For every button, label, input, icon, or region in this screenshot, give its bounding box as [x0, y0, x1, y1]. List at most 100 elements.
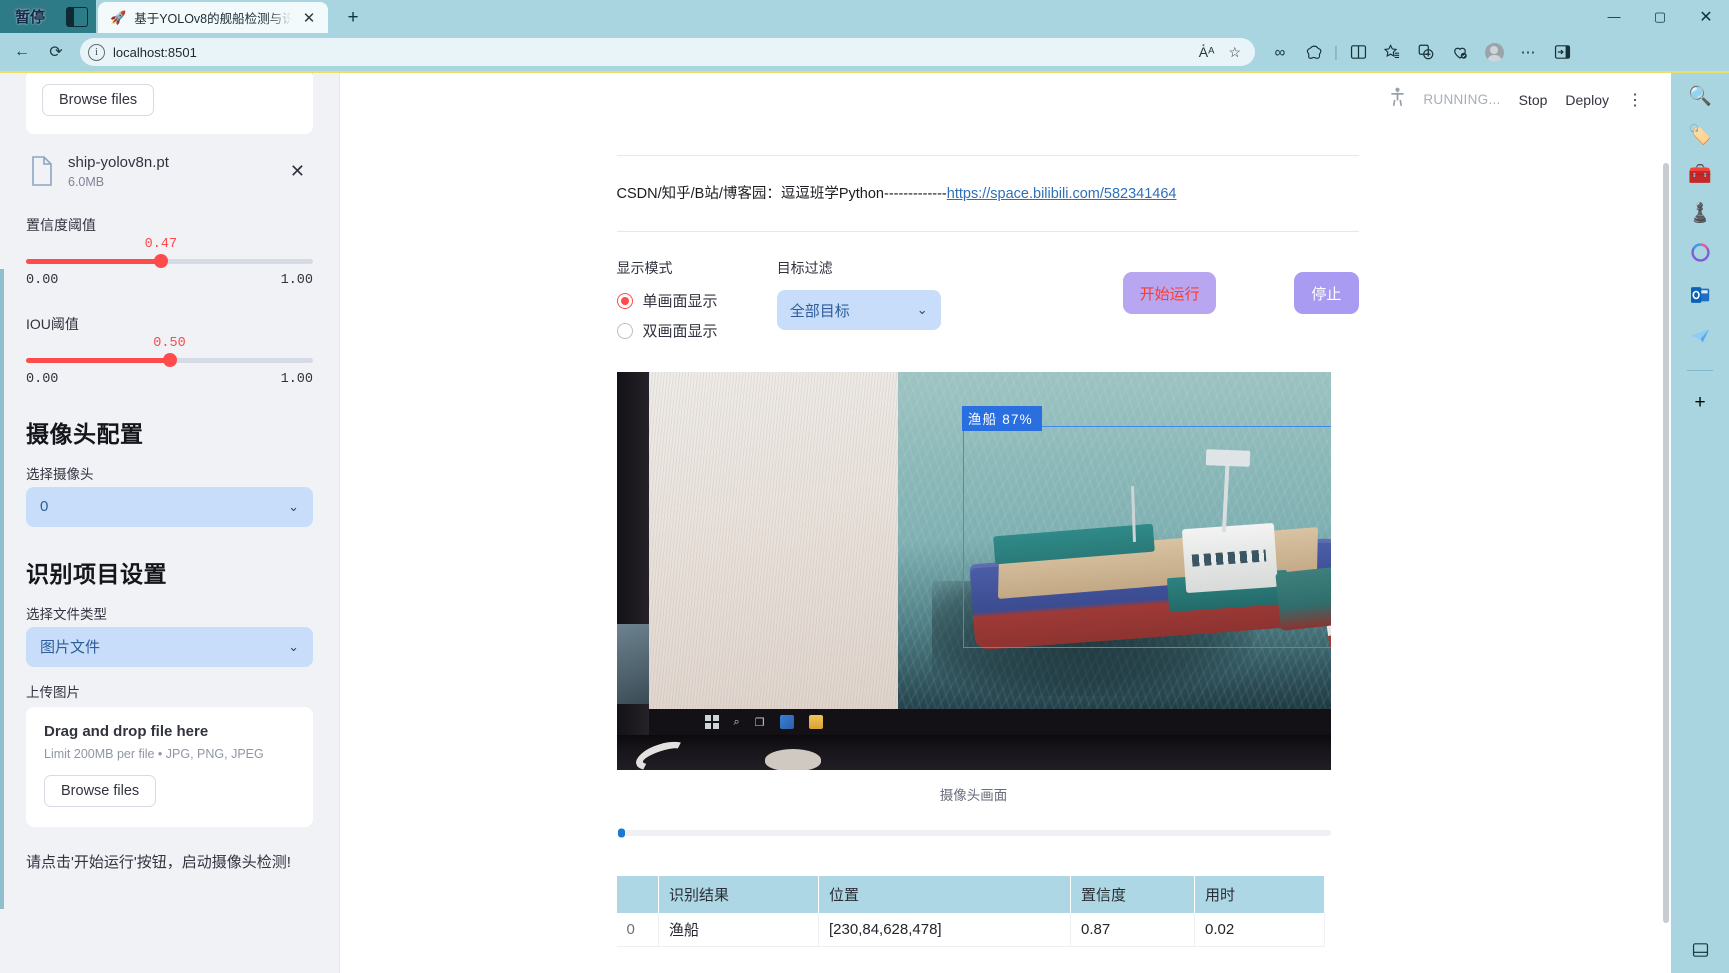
- iou-slider-bounds: 0.00 1.00: [26, 372, 313, 387]
- conf-slider-handle[interactable]: [153, 254, 168, 269]
- split-layout-icon[interactable]: [66, 6, 88, 27]
- table-header-row: 识别结果 位置 置信度 用时: [616, 876, 1325, 913]
- col-position: 位置: [818, 876, 1071, 913]
- filetype-select[interactable]: 图片文件 ⌄: [26, 626, 313, 667]
- bilibili-link[interactable]: https://space.bilibili.com/582341464: [947, 186, 1177, 202]
- tools-icon[interactable]: 🧰: [1688, 165, 1712, 184]
- iou-threshold-value: 0.50: [153, 335, 186, 351]
- favorite-star-icon[interactable]: ☆: [1228, 44, 1241, 61]
- sidebar-toggle-icon[interactable]: [1545, 37, 1579, 67]
- send-icon[interactable]: [1690, 328, 1710, 348]
- address-bar-actions: A᷾ᴬ ☆: [1199, 44, 1247, 61]
- windows-taskbar: ⌕ ❐: [648, 709, 1331, 735]
- copilot-icon[interactable]: [1690, 243, 1710, 266]
- display-mode-group: 显示模式 单画面显示 双画面显示: [616, 258, 777, 350]
- games-icon[interactable]: ♟️: [1688, 204, 1712, 223]
- deploy-button[interactable]: Deploy: [1565, 92, 1609, 108]
- streamlit-app: Browse files ship-yolov8n.pt 6.0MB ✕ 置信度…: [0, 73, 1671, 973]
- camera-config-heading: 摄像头配置: [26, 420, 144, 447]
- conf-threshold-value: 0.47: [144, 236, 178, 252]
- favorites-icon[interactable]: [1375, 37, 1409, 67]
- copilot-icon[interactable]: [1297, 37, 1331, 67]
- radio-single-view[interactable]: 单画面显示: [616, 290, 777, 311]
- rail-bottom-icon[interactable]: [1692, 942, 1709, 973]
- edge-sidebar-rail: 🔍 🏷️ 🧰 ♟️ +: [0, 73, 1729, 973]
- target-filter-select[interactable]: 全部目标 ⌄: [776, 290, 941, 330]
- chevron-down-icon[interactable]: ⌄: [288, 639, 299, 655]
- iou-slider-max: 1.00: [280, 371, 313, 387]
- viewport-scrollbar[interactable]: [0, 269, 4, 909]
- minimize-icon[interactable]: —: [1591, 0, 1637, 33]
- collections-icon[interactable]: [1409, 37, 1443, 67]
- search-icon[interactable]: 🔍: [1688, 87, 1712, 106]
- site-info-icon[interactable]: i: [88, 43, 105, 61]
- outlook-icon[interactable]: [1690, 286, 1710, 308]
- stop-app-button[interactable]: Stop: [1519, 92, 1548, 108]
- camera-select[interactable]: 0 ⌄: [26, 486, 313, 527]
- uploaded-model-file-row: ship-yolov8n.pt 6.0MB ✕: [26, 154, 313, 189]
- image-browse-files-button[interactable]: Browse files: [44, 774, 157, 807]
- iou-slider-handle[interactable]: [162, 353, 177, 368]
- pause-overlay-badge[interactable]: 暂停: [4, 3, 56, 30]
- monitor-screen: 渔船 87%: [616, 372, 1331, 709]
- main-content-column: CSDN/知乎/B站/博客园：逗逗班学Python-------------ht…: [616, 73, 1359, 947]
- image-upload-label: 上传图片: [26, 684, 80, 700]
- image-caption: 摄像头画面: [939, 788, 1008, 803]
- results-table-body: 0 渔船 [230,84,628,478] 0.87 0.02: [616, 913, 1325, 947]
- chevron-down-icon[interactable]: ⌄: [917, 302, 928, 318]
- app-menu-icon[interactable]: ⋮: [1627, 90, 1643, 110]
- new-tab-button[interactable]: +: [340, 7, 366, 29]
- conf-slider-track[interactable]: [26, 254, 313, 269]
- shopping-tag-icon[interactable]: 🏷️: [1688, 126, 1712, 145]
- image-upload-dropzone[interactable]: Drag and drop file here Limit 200MB per …: [26, 706, 313, 827]
- radio-single-view-input[interactable]: [616, 292, 633, 309]
- close-icon[interactable]: ✕: [300, 9, 318, 27]
- back-icon[interactable]: ←: [6, 37, 38, 67]
- iou-threshold-label: IOU阈值: [26, 315, 79, 332]
- radio-dual-view[interactable]: 双画面显示: [616, 320, 777, 341]
- iou-slider-track[interactable]: [26, 353, 313, 368]
- browser-tab-active[interactable]: 🚀 基于YOLOv8的舰船检测与识别系 ✕: [98, 2, 328, 33]
- desk-foreground: [616, 735, 1331, 770]
- pause-badge-label: 暂停: [14, 9, 45, 26]
- address-bar[interactable]: i localhost:8501 A᷾ᴬ ☆: [80, 38, 1255, 66]
- profile-avatar[interactable]: [1477, 37, 1511, 67]
- chevron-down-icon[interactable]: ⌄: [288, 499, 299, 515]
- conf-threshold-slider[interactable]: 0.47 0.00 1.00: [26, 237, 313, 288]
- start-run-button[interactable]: 开始运行: [1122, 272, 1217, 314]
- conf-threshold-label: 置信度阈值: [26, 216, 96, 233]
- filetype-select-value: 图片文件: [40, 639, 101, 657]
- page-scrollbar[interactable]: [1661, 73, 1671, 973]
- cell-index: 0: [616, 913, 659, 947]
- add-tool-icon[interactable]: +: [1694, 393, 1705, 412]
- infinity-icon[interactable]: ∞: [1263, 37, 1297, 67]
- stop-detection-button[interactable]: 停止: [1294, 272, 1359, 314]
- maximize-icon[interactable]: ▢: [1637, 0, 1683, 33]
- split-screen-icon[interactable]: [1341, 37, 1375, 67]
- reload-icon[interactable]: ⟳: [40, 37, 72, 67]
- rocket-icon: 🚀: [110, 10, 127, 25]
- browser-navigation-bar: ← ⟳ i localhost:8501 A᷾ᴬ ☆ ∞ | ⋯: [0, 33, 1729, 71]
- url-text: localhost:8501: [113, 44, 197, 60]
- browser-toolbar-icons: ∞ | ⋯: [1263, 37, 1579, 67]
- detection-bounding-box: 渔船 87%: [961, 406, 1331, 648]
- radio-dual-view-label: 双画面显示: [642, 323, 718, 340]
- read-aloud-icon[interactable]: A᷾ᴬ: [1199, 44, 1215, 60]
- target-filter-label: 目标过滤: [776, 260, 833, 276]
- taskbar-explorer-icon: [808, 715, 823, 729]
- page-scrollbar-thumb[interactable]: [1663, 163, 1669, 923]
- browser-essentials-icon[interactable]: [1443, 37, 1477, 67]
- cable-loop: [632, 736, 691, 770]
- controls-row: 显示模式 单画面显示 双画面显示 目标过滤 全部目标 ⌄ 开始运行 停止: [616, 232, 1359, 350]
- model-upload-dropzone[interactable]: Browse files: [26, 73, 313, 134]
- target-filter-group: 目标过滤 全部目标 ⌄: [776, 258, 995, 330]
- settings-more-icon[interactable]: ⋯: [1511, 37, 1545, 67]
- iou-threshold-slider[interactable]: 0.50 0.00 1.00: [26, 336, 313, 387]
- window-controls: — ▢ ✕: [1591, 0, 1729, 33]
- col-time: 用时: [1194, 876, 1325, 913]
- camera-detection-image: 渔船 87% ⌕ ❐: [616, 372, 1331, 770]
- radio-dual-view-input[interactable]: [616, 322, 633, 339]
- window-close-icon[interactable]: ✕: [1683, 0, 1729, 33]
- model-browse-files-button[interactable]: Browse files: [42, 84, 155, 116]
- remove-file-icon[interactable]: ✕: [286, 161, 309, 182]
